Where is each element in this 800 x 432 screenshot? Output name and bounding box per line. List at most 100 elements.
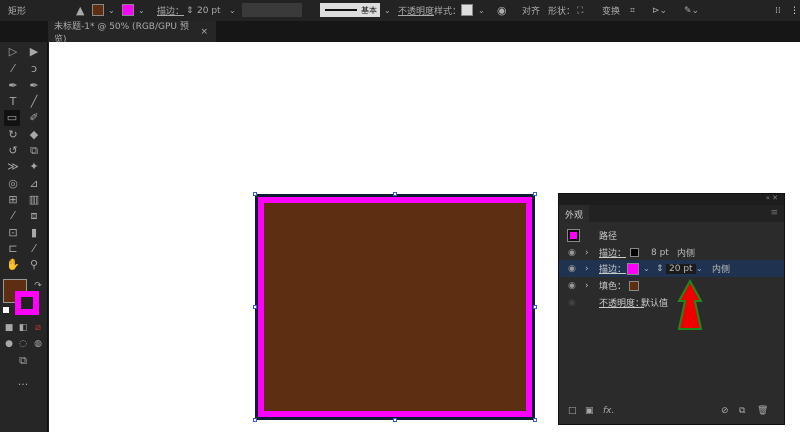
perspective-grid-icon[interactable]: ⊿ [26, 176, 42, 192]
fill-label[interactable]: 填色： [599, 279, 626, 292]
hand-tool-icon[interactable]: ✋ [5, 257, 21, 273]
stroke-label[interactable]: 描边： [599, 262, 626, 275]
eraser-icon[interactable]: ◆ [26, 127, 42, 143]
resize-handle[interactable] [533, 418, 537, 422]
default-colors-icon[interactable] [3, 307, 9, 313]
resize-handle[interactable] [253, 418, 257, 422]
pen-tool-icon[interactable]: ✒ [5, 78, 21, 94]
document-tab[interactable]: 未标题-1* @ 50% (RGB/GPU 预览) × [48, 21, 216, 45]
mesh-tool-icon[interactable]: ⊞ [5, 192, 21, 208]
variable-width-profile[interactable] [242, 3, 302, 17]
lasso-icon[interactable]: ↄ [26, 61, 42, 77]
brush-icon[interactable]: ✎⌄ [684, 6, 699, 16]
trash-icon[interactable]: 🗑 [757, 406, 768, 416]
style-swatch[interactable] [461, 4, 473, 16]
stroke-swatch[interactable] [627, 262, 639, 275]
fill-swatch[interactable] [92, 4, 104, 16]
add-stroke-icon[interactable]: □ [568, 406, 577, 416]
resize-handle[interactable] [253, 192, 257, 196]
eye-icon[interactable]: ◉ [568, 281, 576, 291]
clear-appearance-icon[interactable]: ⊘ [721, 406, 729, 416]
puppet-warp-icon[interactable]: ✦ [26, 159, 42, 175]
chevron-down-icon[interactable]: ⌄ [478, 6, 485, 15]
screen-mode-icon[interactable]: ⧉ [15, 353, 31, 369]
arrange-icon[interactable]: ⊳⌄ [652, 6, 667, 16]
resize-handle[interactable] [393, 192, 397, 196]
stroke-weight[interactable]: 8 pt [651, 248, 669, 258]
draw-behind-icon[interactable]: ◌ [15, 336, 31, 352]
stroke-label[interactable]: 描边： [157, 4, 184, 17]
eye-icon[interactable]: ◉ [568, 248, 576, 258]
scale-tool-icon[interactable]: ⧉ [26, 143, 42, 159]
selection-tool-icon[interactable]: ▷ [5, 44, 21, 60]
stroke-color-box[interactable] [15, 291, 39, 315]
resize-handle[interactable] [533, 192, 537, 196]
resize-handle[interactable] [393, 418, 397, 422]
panel-menu-icon[interactable]: ⋮ [790, 6, 799, 16]
align-button[interactable]: 对齐 [522, 4, 540, 17]
blend-tool-icon[interactable]: ⧈ [26, 208, 42, 224]
chevron-down-icon[interactable]: ⌄ [643, 264, 650, 273]
curvature-tool-icon[interactable]: ✒ [26, 78, 42, 94]
rectangle-tool-icon[interactable]: ▭ [4, 110, 20, 126]
graph-tool-icon[interactable]: ▮ [26, 225, 42, 241]
duplicate-item-icon[interactable]: ⧉ [739, 406, 745, 416]
zoom-tool-icon[interactable]: ⚲ [26, 257, 42, 273]
stroke-weight-input[interactable]: 20 pt [197, 6, 221, 16]
slice-tool-icon[interactable]: ⁄ [26, 241, 42, 257]
opacity-label[interactable]: 不透明度 [398, 4, 434, 17]
paintbrush-icon[interactable]: ✐ [26, 110, 42, 126]
type-tool-icon[interactable]: T [5, 94, 21, 110]
stroke-align[interactable]: 内侧 [712, 262, 730, 275]
chevron-down-icon[interactable]: ⌄ [696, 264, 703, 273]
chevron-right-icon[interactable]: › [585, 264, 589, 274]
artboard-tool-icon[interactable]: ⊏ [5, 241, 21, 257]
panel-menu-icon[interactable]: ≡ [770, 208, 778, 218]
opacity-label[interactable]: 不透明度： [599, 296, 644, 309]
chevron-down-icon[interactable]: ⌄ [108, 6, 115, 15]
add-fill-icon[interactable]: ▣ [585, 406, 594, 416]
isolate-icon[interactable]: ⌗ [630, 6, 635, 16]
direct-selection-tool-icon[interactable]: ▶ [26, 44, 42, 60]
stroke-swatch[interactable] [122, 4, 134, 16]
resize-handle[interactable] [253, 305, 257, 309]
magic-wand-icon[interactable]: ⁄ [5, 61, 21, 77]
draw-inside-icon[interactable]: ◍ [30, 336, 46, 352]
fill-swatch[interactable] [629, 280, 639, 291]
close-icon[interactable]: × [200, 27, 208, 37]
transform-button[interactable]: 变换 [602, 4, 620, 17]
stepper-icon[interactable]: ⇕ [186, 6, 194, 16]
grid-icon[interactable]: ⁞⁞ [775, 6, 781, 16]
chevron-right-icon[interactable]: › [585, 248, 589, 258]
line-tool-icon[interactable]: ╱ [26, 94, 42, 110]
shape-label[interactable]: 形状： [548, 4, 575, 17]
recolor-icon[interactable]: ◉ [497, 4, 507, 17]
chevron-down-icon[interactable]: ⌄ [229, 6, 236, 15]
shape-bounds-icon[interactable]: ⛶ [577, 6, 583, 16]
stroke-weight-input[interactable]: 20 pt [666, 263, 696, 274]
eyedropper-icon[interactable]: ⁄ [5, 208, 21, 224]
symbol-sprayer-icon[interactable]: ⊡ [5, 225, 21, 241]
chevron-down-icon[interactable]: ⌄ [384, 6, 391, 15]
resize-handle[interactable] [533, 305, 537, 309]
edit-toolbar-button[interactable]: ... [15, 374, 31, 390]
stroke-swatch[interactable] [630, 248, 639, 257]
gradient-mode-icon[interactable]: ◧ [15, 320, 31, 336]
opacity-value: 默认值 [641, 299, 669, 309]
warp-tool-icon[interactable]: ≫ [5, 159, 21, 175]
selected-rectangle[interactable] [255, 194, 535, 420]
shaper-tool-icon[interactable]: ↻ [5, 127, 21, 143]
gradient-tool-icon[interactable]: ▥ [26, 192, 42, 208]
brush-profile-select[interactable]: 基本 [320, 3, 380, 17]
none-mode-icon[interactable]: ⧄ [30, 320, 46, 336]
add-effect-button[interactable]: fx. [603, 406, 614, 416]
shape-builder-icon[interactable]: ◎ [5, 176, 21, 192]
stepper-icon[interactable]: ⇕ [656, 264, 664, 274]
chevron-right-icon[interactable]: › [585, 281, 589, 291]
chevron-down-icon[interactable]: ⌄ [138, 6, 145, 15]
rotate-tool-icon[interactable]: ↺ [5, 143, 21, 159]
panel-header[interactable]: « ✕ [559, 194, 784, 205]
eye-icon[interactable]: ◉ [568, 264, 576, 274]
tab-appearance[interactable]: 外观 [559, 205, 589, 222]
stroke-label[interactable]: 描边： [599, 246, 626, 259]
